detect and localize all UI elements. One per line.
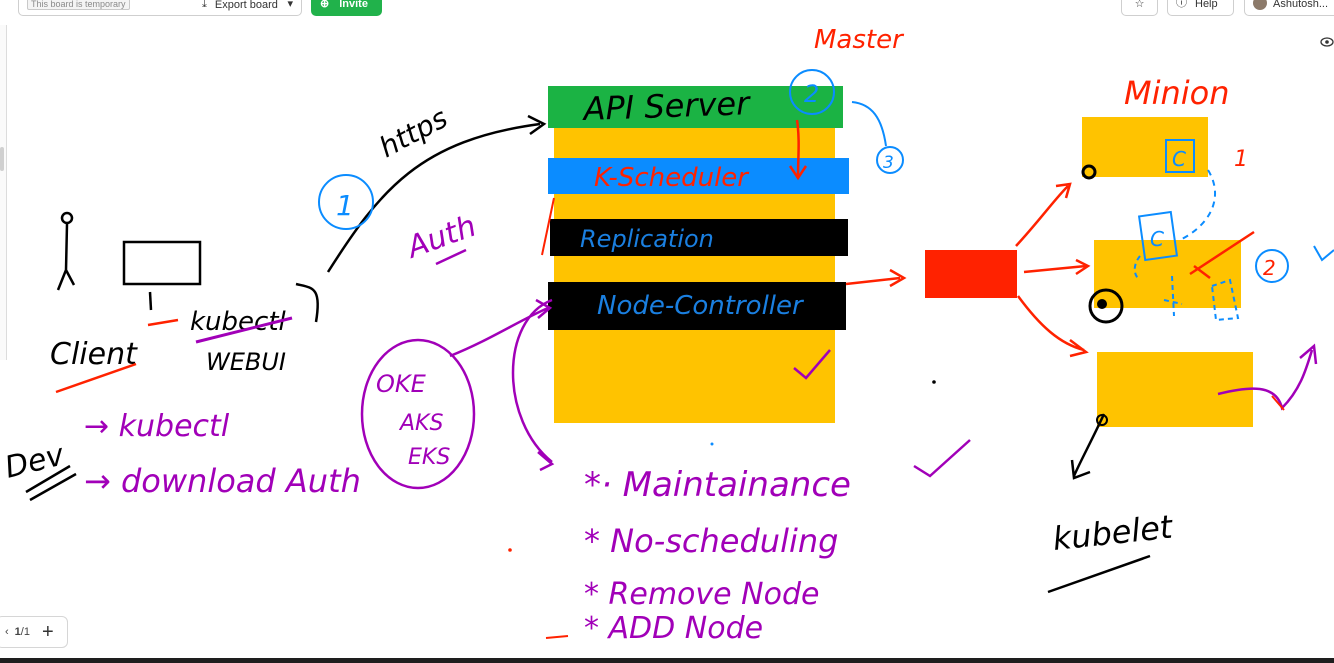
add-page-icon[interactable]: +	[42, 622, 54, 642]
oke-to-node-controller-arrow	[449, 298, 553, 358]
client-head	[60, 211, 74, 225]
minion-node-3	[1097, 352, 1253, 427]
total-pages: /1	[20, 626, 30, 638]
dev-label: Dev	[1, 437, 68, 486]
bottom-edge-bar	[0, 658, 1334, 663]
todo-maintainance: *· Maintainance	[584, 465, 851, 505]
minion-2-number: 2	[1263, 256, 1276, 280]
whiteboard-canvas[interactable]: API Server K-Scheduler Replication Node-…	[0, 0, 1334, 663]
right-edge-check	[1313, 245, 1334, 262]
bracket	[295, 282, 319, 323]
master-to-red-arrow	[845, 268, 907, 288]
node-controller-loop	[511, 298, 555, 472]
oke-label: OKE	[376, 370, 427, 398]
container-c-label: C	[1172, 147, 1186, 171]
minion-1-number: 1	[1234, 147, 1248, 172]
api-server-label: API Server	[581, 84, 752, 128]
container-move-dashed	[1179, 169, 1217, 241]
step-2-number: 2	[804, 80, 819, 108]
client-dash	[147, 318, 179, 327]
todo-remove-node: * Remove Node	[584, 577, 819, 612]
red-to-minion-1-arrow	[1015, 182, 1072, 247]
red-to-minion-3-arrow	[1016, 295, 1089, 358]
auth-label: Auth	[401, 209, 481, 267]
eks-label: EKS	[408, 445, 450, 470]
replication-label: Replication	[580, 225, 714, 253]
todo-no-scheduling: * No-scheduling	[584, 522, 838, 560]
stray-dot-1	[932, 380, 936, 384]
client-screen	[122, 240, 202, 286]
todo-add-node: * ADD Node	[584, 611, 763, 646]
node-controller-label: Node-Controller	[597, 291, 805, 321]
step-1-number: 1	[336, 189, 354, 222]
prev-page-icon[interactable]: ‹	[5, 626, 9, 638]
red-connector-block	[925, 250, 1017, 298]
k-scheduler-label: K-Scheduler	[594, 163, 750, 193]
stray-dot-2	[710, 442, 714, 446]
dev-item-download: → download Auth	[84, 462, 361, 500]
client-stand	[148, 291, 153, 311]
container-c-label-2: C	[1150, 227, 1164, 251]
https-label: https	[374, 101, 453, 164]
minion-node-1	[1082, 117, 1208, 177]
master-label: Master	[814, 25, 905, 55]
maintainance-check	[913, 439, 971, 478]
aks-label: AKS	[398, 411, 443, 436]
step-3-number: 3	[883, 153, 894, 173]
page-navigator: ‹ 1/1 +	[0, 616, 68, 648]
red-to-minion-2-arrow	[1023, 258, 1091, 276]
step-3-arc	[851, 101, 887, 147]
minion-node-2	[1094, 240, 1241, 308]
red-dash-bottom	[545, 635, 569, 639]
stray-dot-3	[508, 548, 512, 552]
webui-label: WEBUI	[206, 348, 286, 376]
kubelet-label: kubelet	[1051, 507, 1176, 557]
minion-2-dot-inner	[1097, 299, 1107, 309]
client-body	[56, 223, 76, 291]
dev-item-kubectl: → kubectl	[84, 409, 230, 444]
minion-label: Minion	[1124, 74, 1230, 112]
kubelet-underline	[1047, 554, 1151, 594]
